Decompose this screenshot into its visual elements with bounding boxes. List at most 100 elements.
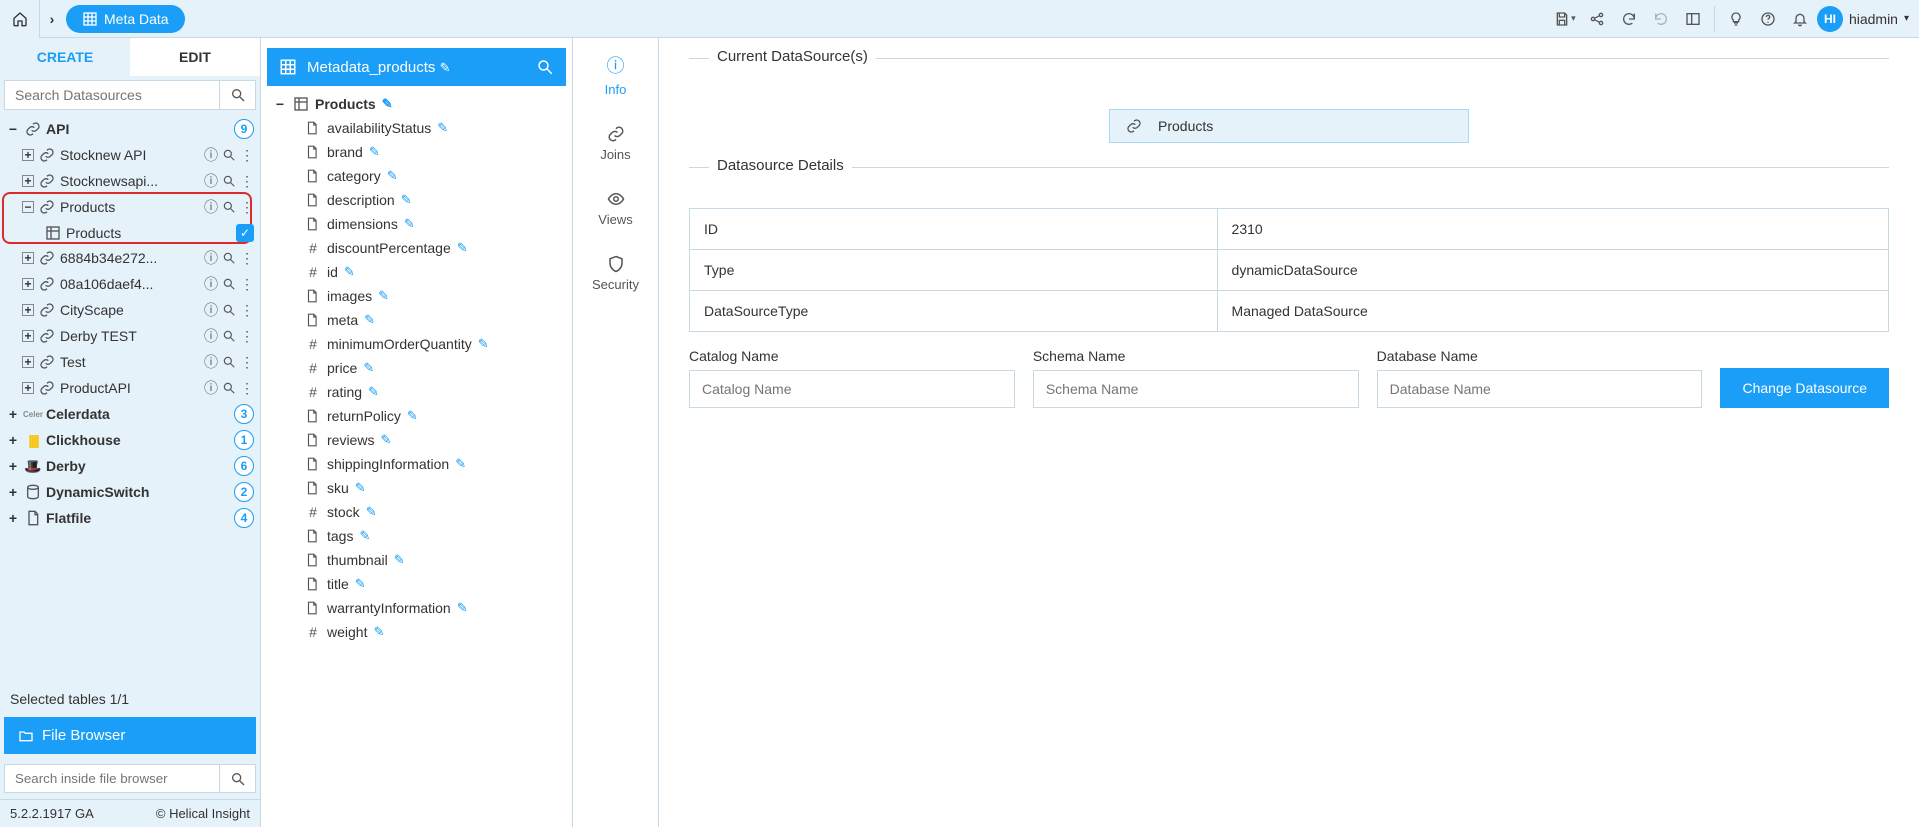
tree-node-source[interactable]: + Celer Celerdata 3 (0, 401, 260, 427)
tab-create[interactable]: CREATE (0, 38, 130, 76)
tree-node-api-child[interactable]: + Stocknew API ⓘ ⋮ (0, 142, 260, 168)
file-browser-search-button[interactable] (220, 764, 256, 793)
datasource-chip[interactable]: Products (1109, 109, 1469, 143)
more-icon[interactable]: ⋮ (240, 250, 254, 267)
info-icon[interactable]: ⓘ (204, 274, 218, 294)
search-icon[interactable] (222, 148, 236, 162)
toggle-icon[interactable]: + (22, 149, 34, 161)
field-row[interactable]: thumbnail ✎ (267, 548, 566, 572)
field-row[interactable]: # stock ✎ (267, 500, 566, 524)
tree-node-api[interactable]: − API 9 (0, 116, 260, 142)
schema-input[interactable] (1033, 370, 1359, 408)
edit-field-button[interactable]: ✎ (355, 480, 366, 496)
info-icon[interactable]: ⓘ (204, 352, 218, 372)
info-icon[interactable]: ⓘ (204, 197, 218, 217)
help-button[interactable] (1753, 0, 1783, 38)
home-button[interactable] (0, 0, 40, 38)
search-icon[interactable] (222, 251, 236, 265)
tree-node-api-child[interactable]: + ProductAPI ⓘ ⋮ (0, 375, 260, 401)
more-icon[interactable]: ⋮ (240, 276, 254, 293)
edit-field-button[interactable]: ✎ (378, 288, 389, 304)
field-row[interactable]: category ✎ (267, 164, 566, 188)
field-row[interactable]: # rating ✎ (267, 380, 566, 404)
edit-field-button[interactable]: ✎ (344, 264, 355, 280)
search-datasources-button[interactable] (220, 80, 256, 110)
toggle-icon[interactable]: + (22, 304, 34, 316)
datasource-tree[interactable]: − API 9 + Stocknew API ⓘ ⋮ + Stocknewsap… (0, 114, 260, 685)
tree-node-api-child[interactable]: − Products ⓘ ⋮ (0, 194, 260, 220)
selected-checkbox[interactable]: ✓ (236, 224, 254, 242)
search-icon[interactable] (222, 381, 236, 395)
more-icon[interactable]: ⋮ (240, 380, 254, 397)
catalog-input[interactable] (689, 370, 1015, 408)
search-icon[interactable] (222, 277, 236, 291)
edit-field-button[interactable]: ✎ (359, 528, 370, 544)
file-browser-button[interactable]: File Browser (4, 717, 256, 754)
tree-node-api-child[interactable]: + Stocknewsapi... ⓘ ⋮ (0, 168, 260, 194)
more-icon[interactable]: ⋮ (240, 199, 254, 216)
more-icon[interactable]: ⋮ (240, 328, 254, 345)
database-input[interactable] (1377, 370, 1703, 408)
toggle-icon[interactable]: + (22, 382, 34, 394)
edit-field-button[interactable]: ✎ (380, 432, 391, 448)
edit-field-button[interactable]: ✎ (457, 240, 468, 256)
nav-joins[interactable]: Joins (573, 111, 658, 176)
nav-security[interactable]: Security (573, 241, 658, 306)
edit-field-button[interactable]: ✎ (366, 504, 377, 520)
field-row[interactable]: warrantyInformation ✎ (267, 596, 566, 620)
field-row[interactable]: title ✎ (267, 572, 566, 596)
file-browser-search-input[interactable] (4, 764, 220, 793)
info-icon[interactable]: ⓘ (204, 300, 218, 320)
edit-field-button[interactable]: ✎ (355, 576, 366, 592)
expand-icon[interactable]: + (6, 511, 20, 525)
field-row[interactable]: # discountPercentage ✎ (267, 236, 566, 260)
panel-toggle-button[interactable] (1678, 0, 1708, 38)
field-row[interactable]: sku ✎ (267, 476, 566, 500)
edit-field-button[interactable]: ✎ (373, 624, 384, 640)
toggle-icon[interactable]: + (22, 330, 34, 342)
nav-info[interactable]: ⓘ Info (573, 38, 658, 111)
search-metadata-button[interactable] (536, 58, 554, 76)
tree-node-source[interactable]: + 🎩 Derby 6 (0, 453, 260, 479)
field-row[interactable]: # id ✎ (267, 260, 566, 284)
info-icon[interactable]: ⓘ (204, 378, 218, 398)
search-icon[interactable] (222, 355, 236, 369)
edit-field-button[interactable]: ✎ (437, 120, 448, 136)
search-icon[interactable] (222, 174, 236, 188)
field-row[interactable]: meta ✎ (267, 308, 566, 332)
tree-node-api-child[interactable]: + 08a106daef4... ⓘ ⋮ (0, 271, 260, 297)
tree-node-source[interactable]: + DynamicSwitch 2 (0, 479, 260, 505)
edit-field-button[interactable]: ✎ (455, 456, 466, 472)
edit-field-button[interactable]: ✎ (478, 336, 489, 352)
nav-views[interactable]: Views (573, 176, 658, 241)
field-row[interactable]: # price ✎ (267, 356, 566, 380)
edit-field-button[interactable]: ✎ (407, 408, 418, 424)
search-icon[interactable] (222, 200, 236, 214)
change-datasource-button[interactable]: Change Datasource (1720, 368, 1889, 408)
field-row[interactable]: availabilityStatus ✎ (267, 116, 566, 140)
toggle-icon[interactable]: + (22, 175, 34, 187)
tree-node-api-child[interactable]: + Derby TEST ⓘ ⋮ (0, 323, 260, 349)
search-icon[interactable] (222, 329, 236, 343)
toggle-icon[interactable]: − (22, 201, 34, 213)
expand-icon[interactable]: + (6, 485, 20, 499)
expand-icon[interactable]: + (6, 407, 20, 421)
edit-field-button[interactable]: ✎ (368, 384, 379, 400)
metadata-root-node[interactable]: − Products ✎ (267, 92, 566, 116)
tree-node-table[interactable]: Products ✓ (0, 220, 260, 245)
field-row[interactable]: tags ✎ (267, 524, 566, 548)
edit-field-button[interactable]: ✎ (394, 552, 405, 568)
toggle-icon[interactable]: + (22, 252, 34, 264)
toggle-icon[interactable]: + (22, 278, 34, 290)
more-icon[interactable]: ⋮ (240, 147, 254, 164)
tree-node-api-child[interactable]: + 6884b34e272... ⓘ ⋮ (0, 245, 260, 271)
hint-button[interactable] (1721, 0, 1751, 38)
edit-root-button[interactable]: ✎ (382, 96, 393, 112)
toggle-icon[interactable]: + (22, 356, 34, 368)
collapse-icon[interactable]: − (273, 97, 287, 111)
more-icon[interactable]: ⋮ (240, 302, 254, 319)
field-row[interactable]: # minimumOrderQuantity ✎ (267, 332, 566, 356)
edit-field-button[interactable]: ✎ (401, 192, 412, 208)
edit-field-button[interactable]: ✎ (363, 360, 374, 376)
info-icon[interactable]: ⓘ (204, 248, 218, 268)
